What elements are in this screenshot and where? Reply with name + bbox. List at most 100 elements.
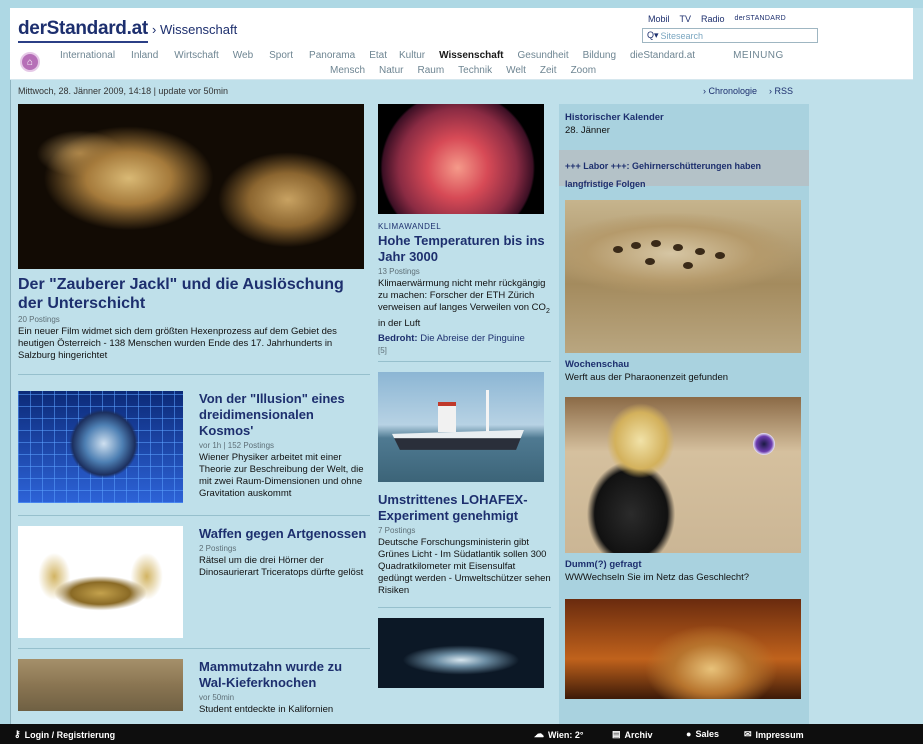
lead-story-title[interactable]: Der "Zauberer Jackl" und die Auslöschung…: [18, 275, 370, 313]
site-header: derStandard.at › Wissenschaft Mobil TV R…: [10, 8, 913, 46]
key-icon: ⚷: [14, 729, 21, 739]
rss-link[interactable]: › RSS: [769, 86, 793, 96]
chronologie-link[interactable]: › Chronologie: [703, 86, 757, 96]
logo-underline: [18, 41, 148, 43]
lohafex-teaser: Deutsche Forschungsministerin gibt Grüne…: [378, 536, 551, 596]
middle-column: KLIMAWANDEL Hohe Temperaturen bis ins Ja…: [378, 104, 551, 724]
dumm-gefragt-text[interactable]: WWWechseln Sie im Netz das Geschlecht?: [565, 572, 803, 583]
story-kosmos: Von der "Illusion" eines dreidimensional…: [18, 391, 370, 503]
story-triceratops-teaser: Rätsel um die drei Hörner der Dinosaurie…: [199, 555, 364, 578]
sales-icon: ●: [686, 729, 692, 739]
lead-story-postings[interactable]: 20 Postings: [18, 315, 370, 324]
search-icon: Q▾: [647, 30, 659, 40]
top-link-tv[interactable]: TV: [680, 14, 692, 24]
dateline: Mittwoch, 28. Jänner 2009, 14:18 | updat…: [18, 86, 228, 96]
mail-icon: ✉: [744, 729, 752, 739]
nav-item-diestandard[interactable]: dieStandard.at: [630, 50, 695, 61]
empty-ad-column: [812, 104, 908, 724]
right-column: Historischer Kalender 28. Jänner +++ Lab…: [559, 104, 809, 724]
wochenschau-image[interactable]: [565, 200, 801, 353]
cloud-icon: ☁: [534, 729, 544, 740]
subnav-item-welt[interactable]: Welt: [506, 65, 526, 76]
story-triceratops-image[interactable]: [18, 526, 183, 638]
lohafex-image[interactable]: [378, 371, 544, 482]
dumm-gefragt-title[interactable]: Dumm(?) gefragt: [565, 559, 803, 570]
lohafex-postings[interactable]: 7 Postings: [378, 526, 551, 535]
subnav-item-raum[interactable]: Raum: [417, 65, 444, 76]
nav-item-web[interactable]: Web: [233, 50, 253, 61]
nav-item-gesundheit[interactable]: Gesundheit: [517, 50, 568, 61]
sales-link[interactable]: ● Sales: [686, 729, 719, 739]
lohafex-title[interactable]: Umstrittenes LOHAFEX-Experiment genehmig…: [378, 492, 551, 524]
sales-label: Sales: [695, 729, 719, 739]
story-kosmos-image[interactable]: [18, 391, 183, 503]
section-breadcrumb[interactable]: › Wissenschaft: [152, 22, 237, 37]
site-logo[interactable]: derStandard.at: [18, 18, 148, 40]
date-links: › Chronologie › RSS: [703, 86, 793, 96]
story-kosmos-postings[interactable]: vor 1h | 152 Postings: [199, 441, 367, 450]
archiv-link[interactable]: ▤ Archiv: [612, 729, 653, 740]
klimawandel-image[interactable]: [378, 104, 544, 214]
klimawandel-postings[interactable]: 13 Postings: [378, 267, 551, 276]
klimawandel-title[interactable]: Hohe Temperaturen bis ins Jahr 3000: [378, 233, 551, 265]
story-triceratops-title[interactable]: Waffen gegen Artgenossen: [199, 526, 367, 542]
divider: [378, 360, 551, 362]
pinguine-related-link[interactable]: Bedroht: Die Abreise der Pinguine: [378, 333, 551, 344]
nav-item-bildung[interactable]: Bildung: [583, 50, 616, 61]
main-navigation: ⌂ International Inland Wirtschaft Web Sp…: [10, 46, 913, 80]
wochenschau-title[interactable]: Wochenschau: [565, 359, 803, 370]
home-icon[interactable]: ⌂: [20, 52, 40, 72]
search-placeholder: Sitesearch: [660, 30, 704, 41]
archiv-label: Archiv: [624, 729, 653, 740]
story-mammut-teaser: Student entdeckte in Kalifornien: [199, 704, 334, 715]
dumm-gefragt-image[interactable]: [565, 397, 801, 553]
nav-item-kultur[interactable]: Kultur: [399, 50, 425, 61]
wizard-image[interactable]: [565, 599, 801, 699]
nav-item-meinung[interactable]: MEINUNG: [733, 50, 784, 61]
subnav-item-technik[interactable]: Technik: [458, 65, 492, 76]
nav-item-sport[interactable]: Sport: [269, 50, 293, 61]
nav-item-international[interactable]: International: [60, 50, 115, 61]
subnav-item-mensch[interactable]: Mensch: [330, 65, 365, 76]
nav-item-inland[interactable]: Inland: [131, 50, 158, 61]
lead-story-image[interactable]: [18, 104, 364, 269]
nav-item-wirtschaft[interactable]: Wirtschaft: [174, 50, 218, 61]
night-image[interactable]: [378, 617, 544, 688]
nav-item-panorama[interactable]: Panorama: [309, 50, 355, 61]
story-mammut-title[interactable]: Mammutzahn wurde zu Wal-Kieferknochen: [199, 659, 367, 691]
nav-primary: International Inland Wirtschaft Web Spor…: [60, 50, 784, 61]
impressum-link[interactable]: ✉ Impressum: [744, 729, 804, 740]
nav-item-wissenschaft[interactable]: Wissenschaft: [439, 50, 503, 61]
klimawandel-kicker: KLIMAWANDEL: [378, 222, 442, 231]
subnav-item-zoom[interactable]: Zoom: [571, 65, 597, 76]
story-kosmos-teaser: Wiener Physiker arbeitet mit einer Theor…: [199, 452, 364, 499]
wochenschau-text[interactable]: Werft aus der Pharaonenzeit gefunden: [565, 372, 803, 383]
subnav-item-zeit[interactable]: Zeit: [540, 65, 557, 76]
pinguine-postings[interactable]: [5]: [378, 346, 551, 355]
story-triceratops-postings[interactable]: 2 Postings: [199, 544, 367, 553]
story-mammut-image[interactable]: [18, 659, 183, 711]
historischer-kalender-date: 28. Jänner: [565, 125, 610, 136]
lead-story-teaser: Ein neuer Film widmet sich dem größten H…: [18, 326, 337, 361]
nav-item-etat[interactable]: Etat: [369, 50, 387, 61]
top-link-radio[interactable]: Radio: [701, 14, 725, 24]
top-link-mobil[interactable]: Mobil: [648, 14, 670, 24]
weather-link[interactable]: ☁ Wien: 2°: [534, 729, 584, 740]
labor-teaser-box[interactable]: +++ Labor +++: Gehirnerschütterungen hab…: [559, 150, 809, 189]
divider: [378, 606, 551, 608]
top-link-derstandard[interactable]: derSTANDARD: [735, 14, 786, 24]
historischer-kalender-title[interactable]: Historischer Kalender: [565, 112, 803, 123]
story-triceratops: Waffen gegen Artgenossen 2 Postings Räts…: [18, 526, 370, 638]
story-kosmos-title[interactable]: Von der "Illusion" eines dreidimensional…: [199, 391, 367, 439]
labor-teaser[interactable]: +++ Labor +++: Gehirnerschütterungen hab…: [565, 161, 761, 189]
search-input[interactable]: Q▾ Sitesearch: [642, 28, 818, 43]
klimawandel-teaser: Klimaerwärmung nicht mehr rückgängig zu …: [378, 278, 550, 329]
top-links: Mobil TV Radio derSTANDARD: [648, 14, 786, 24]
impressum-label: Impressum: [755, 729, 804, 740]
story-mammut: Mammutzahn wurde zu Wal-Kieferknochen vo…: [18, 659, 370, 716]
login-link[interactable]: ⚷ Login / Registrierung: [14, 729, 115, 740]
story-mammut-postings[interactable]: vor 50min: [199, 693, 367, 702]
divider: [18, 374, 370, 375]
subnav-item-natur[interactable]: Natur: [379, 65, 403, 76]
nav-secondary: Mensch Natur Raum Technik Welt Zeit Zoom: [330, 65, 596, 76]
